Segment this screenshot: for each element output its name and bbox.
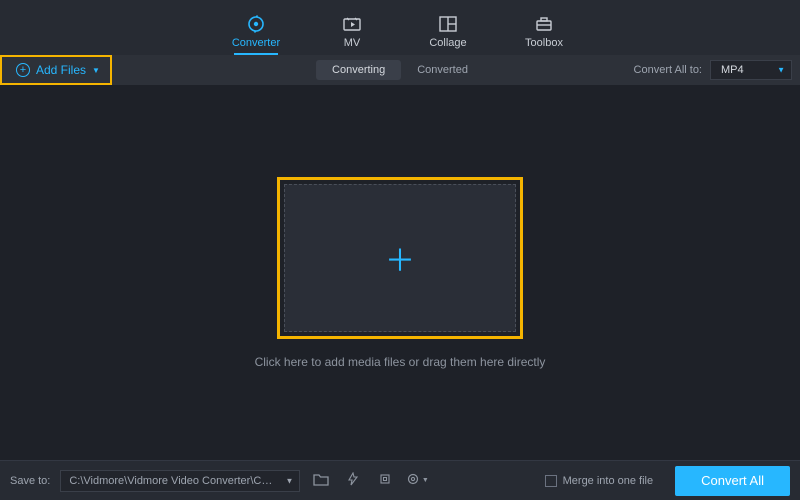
sub-tab-converted[interactable]: Converted [401,60,484,80]
nav-tab-label: Toolbox [525,37,563,49]
gpu-accel-button[interactable] [374,470,396,492]
plus-icon: ＋ [385,236,415,280]
collage-icon [438,15,458,33]
checkbox-box-icon [545,475,557,487]
add-files-label: Add Files [36,63,86,77]
main-area: ＋ Click here to add media files or drag … [0,85,800,460]
nav-tab-label: Collage [429,37,466,49]
folder-icon [313,472,329,489]
merge-label: Merge into one file [563,475,654,487]
hw-accel-button[interactable] [342,470,364,492]
nav-tab-label: MV [344,37,361,49]
nav-tab-label: Converter [232,37,280,49]
nav-tab-collage[interactable]: Collage [418,15,478,55]
chevron-down-icon: ▼ [92,66,100,75]
save-to-label: Save to: [10,475,50,487]
plus-circle-icon: + [16,63,30,77]
lightning-off-icon [346,472,360,489]
convert-all-to-group: Convert All to: MP4 ▼ [634,60,792,80]
chip-off-icon [378,472,392,489]
sub-tabs: Converting Converted [316,60,484,80]
output-format-select[interactable]: MP4 ▼ [710,60,792,80]
drop-hint-text: Click here to add media files or drag th… [255,355,546,369]
sub-bar: + Add Files ▼ Converting Converted Conve… [0,55,800,85]
convert-all-button[interactable]: Convert All [675,466,790,496]
dropzone-highlight: ＋ [277,177,523,339]
merge-checkbox[interactable]: Merge into one file [545,475,654,487]
chevron-down-icon: ▼ [777,66,785,75]
mv-icon [342,15,362,33]
toolbox-icon [534,15,554,33]
open-folder-button[interactable] [310,470,332,492]
convert-all-label: Convert All to: [634,64,702,76]
gear-icon [406,472,420,489]
top-nav: Converter MV Collage Toolbox [0,0,800,55]
add-files-button[interactable]: + Add Files ▼ [0,55,112,85]
converter-icon [246,15,266,33]
chevron-down-icon: ▼ [285,476,293,485]
sub-tab-converting[interactable]: Converting [316,60,401,80]
output-format-value: MP4 [721,64,744,76]
save-path-value: C:\Vidmore\Vidmore Video Converter\Conve… [69,475,300,487]
add-media-dropzone[interactable]: ＋ [284,184,516,332]
nav-tab-converter[interactable]: Converter [226,15,286,55]
chevron-down-icon: ▼ [422,477,429,484]
nav-tab-toolbox[interactable]: Toolbox [514,15,574,55]
save-path-select[interactable]: C:\Vidmore\Vidmore Video Converter\Conve… [60,470,300,492]
bottom-bar: Save to: C:\Vidmore\Vidmore Video Conver… [0,460,800,500]
settings-menu-button[interactable]: ▼ [406,470,428,492]
nav-tab-mv[interactable]: MV [322,15,382,55]
